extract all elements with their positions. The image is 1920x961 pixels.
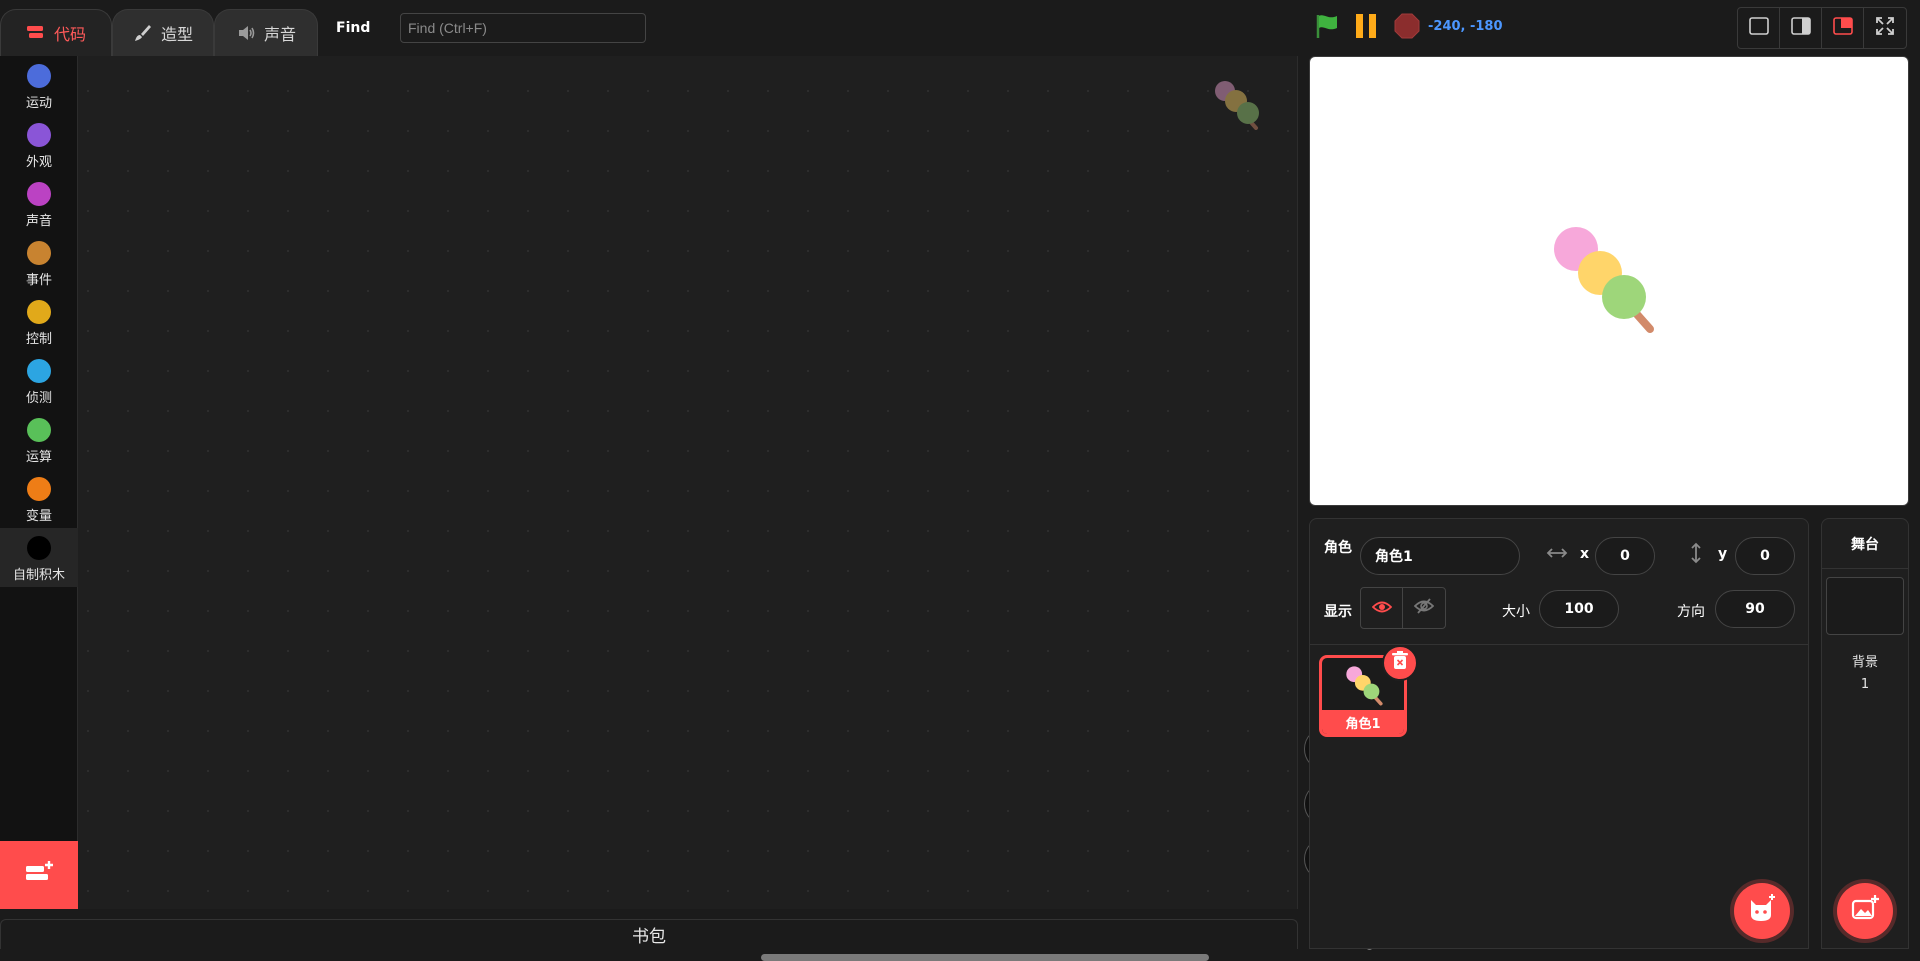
visibility-toggle [1360, 587, 1446, 629]
show-label: 显示 [1324, 604, 1352, 620]
brush-icon [133, 23, 153, 43]
category-label: 事件 [25, 273, 52, 288]
category-dot [27, 123, 51, 147]
green-flag-icon[interactable] [1313, 12, 1341, 44]
backpack-label: 书包 [632, 927, 666, 947]
block-categories: 运动 外观 声音 事件 控制 侦测 运算 变量 自制积木 [0, 56, 78, 841]
category-label: 运动 [25, 96, 52, 111]
sprite-name-label: 角色 [1324, 540, 1352, 556]
x-label: x [1580, 546, 1590, 562]
sprite-dango[interactable] [1548, 223, 1668, 347]
direction-input[interactable]: 90 [1715, 590, 1795, 628]
trash-icon [1391, 651, 1409, 675]
speaker-icon [236, 23, 256, 43]
category-dot [27, 241, 51, 265]
category-label: 变量 [25, 509, 52, 524]
category-sensing[interactable]: 侦测 [0, 351, 78, 410]
category-dot [27, 64, 51, 88]
y-label: y [1718, 546, 1728, 562]
backpack-bar[interactable]: 书包 [0, 919, 1298, 949]
add-extension-icon [23, 859, 55, 891]
stage-selector-pane[interactable]: 舞台 背景 1 [1821, 518, 1909, 949]
pane-divider [1310, 644, 1808, 645]
hide-button[interactable] [1403, 588, 1445, 628]
stop-icon[interactable] [1393, 12, 1421, 44]
small-stage-button[interactable] [1738, 8, 1780, 48]
category-label: 运算 [25, 450, 52, 465]
cat-add-icon [1746, 893, 1778, 929]
category-dot [27, 477, 51, 501]
category-sound[interactable]: 声音 [0, 174, 78, 233]
top-bar: 代码 造型 声音 Find -240, -180 [0, 0, 1920, 56]
category-label: 声音 [25, 214, 52, 229]
fullscreen-icon [1875, 16, 1895, 40]
y-input[interactable]: 0 [1735, 537, 1795, 575]
tab-costumes[interactable]: 造型 [112, 9, 214, 56]
category-motion[interactable]: 运动 [0, 56, 78, 115]
find-label: Find [336, 20, 371, 36]
size-label: 大小 [1502, 604, 1530, 620]
sprite-name-input[interactable]: 角色1 [1360, 537, 1520, 575]
image-add-icon [1850, 894, 1880, 928]
category-label: 控制 [25, 332, 52, 347]
category-operators[interactable]: 运算 [0, 410, 78, 469]
eye-icon [1371, 599, 1392, 618]
sprite-thumbnail [1342, 662, 1388, 712]
code-workspace[interactable] [78, 56, 1373, 961]
choose-sprite-button[interactable] [1734, 883, 1790, 939]
tab-code[interactable]: 代码 [0, 9, 112, 56]
tab-sounds[interactable]: 声音 [214, 9, 318, 56]
pause-icon[interactable] [1353, 12, 1381, 44]
find-input[interactable] [400, 13, 646, 43]
size-input[interactable]: 100 [1539, 590, 1619, 628]
category-dot [27, 182, 51, 206]
large-stage-button[interactable] [1822, 8, 1864, 48]
current-sprite-watermark [1208, 76, 1272, 144]
category-dot [27, 359, 51, 383]
delete-sprite-button[interactable] [1382, 645, 1418, 681]
eye-slash-icon [1413, 598, 1435, 618]
mouse-coordinates: -240, -180 [1428, 19, 1503, 34]
fullscreen-button[interactable] [1864, 8, 1906, 48]
category-events[interactable]: 事件 [0, 233, 78, 292]
category-dot [27, 418, 51, 442]
add-extension-button[interactable] [0, 841, 78, 909]
category-label: 外观 [25, 155, 52, 170]
category-label: 自制积木 [12, 568, 65, 583]
category-dot [27, 300, 51, 324]
horizontal-arrows-icon [1546, 545, 1568, 564]
stage-thumbnail[interactable] [1826, 577, 1904, 635]
normal-stage-button[interactable] [1780, 8, 1822, 48]
backdrop-label: 背景 [1851, 655, 1878, 670]
normal-stage-icon [1790, 17, 1811, 39]
tab-costumes-label: 造型 [160, 25, 193, 44]
stage-canvas[interactable] [1309, 56, 1909, 506]
code-blocks-icon [26, 23, 46, 43]
tab-code-label: 代码 [53, 25, 86, 44]
direction-label: 方向 [1677, 604, 1705, 620]
category-my-blocks[interactable]: 自制积木 [0, 528, 78, 587]
category-variables[interactable]: 变量 [0, 469, 78, 528]
sprite-tile-name: 角色1 [1322, 710, 1404, 734]
large-stage-icon [1832, 17, 1853, 39]
backdrop-count: 1 [1860, 677, 1870, 692]
tab-sounds-label: 声音 [263, 25, 296, 44]
x-input[interactable]: 0 [1595, 537, 1655, 575]
show-button[interactable] [1361, 588, 1404, 628]
category-dot [27, 536, 51, 560]
sprite-info-pane: 角色 角色1 x 0 y 0 显示 大小 100 方向 90 角色1 [1309, 518, 1809, 949]
small-stage-icon [1748, 17, 1769, 39]
category-control[interactable]: 控制 [0, 292, 78, 351]
stage-pane-header: 舞台 [1822, 519, 1908, 569]
category-looks[interactable]: 外观 [0, 115, 78, 174]
choose-backdrop-button[interactable] [1837, 883, 1893, 939]
vertical-arrows-icon [1689, 542, 1703, 568]
workspace-horizontal-scrollbar[interactable] [761, 954, 1209, 961]
stage-layout-toggle [1737, 7, 1907, 49]
category-label: 侦测 [25, 391, 52, 406]
